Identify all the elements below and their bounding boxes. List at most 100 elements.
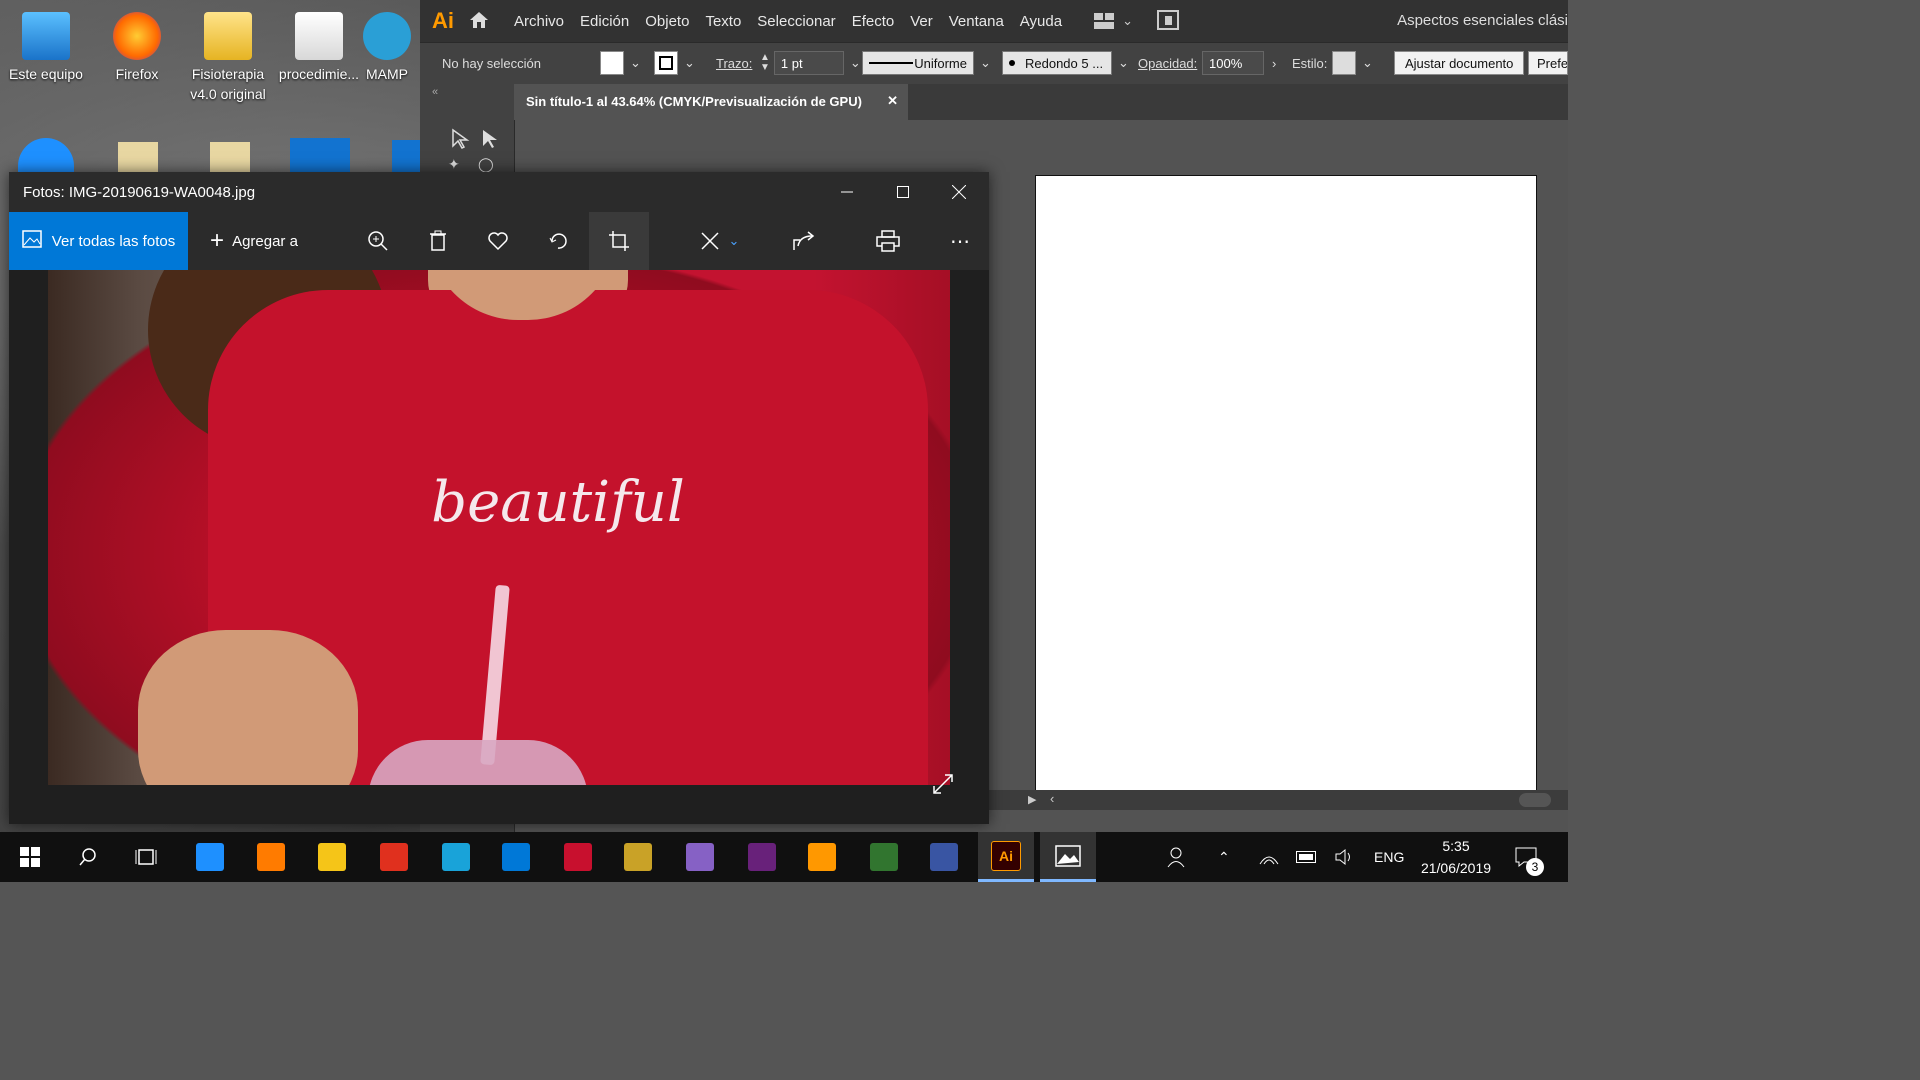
stroke-swatch[interactable]: ⌄ [654,51,695,75]
taskbar-tools-button[interactable] [610,832,666,882]
photos-icon [22,230,42,252]
taskbar-illustrator-button[interactable]: Ai [978,832,1034,882]
visual-studio-2-icon [748,843,776,871]
taskbar-app-red-button[interactable] [366,832,422,882]
more-options-icon[interactable]: ⋯ [935,212,985,270]
gpu-performance-icon[interactable] [1156,9,1179,33]
lasso-tool-icon[interactable]: ◯ [478,156,494,173]
home-icon[interactable] [468,10,490,33]
stroke-weight-stepper[interactable]: ▲ ▼ 1 pt ⌄ [760,51,861,75]
taskbar-mcafee-button[interactable] [550,832,606,882]
file-icon[interactable] [118,142,158,176]
share-icon[interactable] [779,212,829,270]
menu-archivo[interactable]: Archivo [514,13,564,30]
clock[interactable]: 5:35 21/06/2019 [1410,832,1502,882]
selection-tool-icon[interactable] [450,128,470,153]
menu-ventana[interactable]: Ventana [949,13,1004,30]
taskbar-visio-button[interactable] [916,832,972,882]
taskbar-visual-studio-button[interactable] [672,832,728,882]
menu-ayuda[interactable]: Ayuda [1020,13,1062,30]
taskbar-visual-studio-2-button[interactable] [734,832,790,882]
menu-edicion[interactable]: Edición [580,13,629,30]
brush-label: Redondo 5 ... [1025,55,1104,71]
photo-image[interactable]: beautiful [48,270,950,785]
direct-selection-tool-icon[interactable] [480,128,500,153]
opacity-label[interactable]: Opacidad: [1138,51,1197,75]
workspace-switcher[interactable]: Aspectos esenciales clási [1397,12,1568,29]
scroll-thumb[interactable] [1519,793,1551,807]
taskbar-sublime-button[interactable] [794,832,850,882]
taskbar-firefox-button[interactable] [243,832,299,882]
desktop-icon-firefox[interactable]: Firefox [95,6,179,84]
desktop-icon-label: MAMP [366,66,408,82]
zoom-icon[interactable] [353,212,403,270]
fit-document-label: Ajustar documento [1394,51,1525,75]
taskbar-task-view-button[interactable] [118,832,174,882]
preferences-label: Prefe [1528,51,1568,75]
taskbar-start-button[interactable] [2,832,58,882]
people-icon[interactable] [1166,832,1188,882]
arrange-documents-icon[interactable]: ⌄ [1094,13,1133,29]
print-icon[interactable] [863,212,913,270]
app-l-icon [442,843,470,871]
show-hidden-icons-icon[interactable]: ⌃ [1218,832,1230,882]
fullscreen-expand-icon[interactable] [931,772,955,799]
brush-definition[interactable]: Redondo 5 ... ⌄ [1002,51,1129,75]
stroke-weight-field[interactable]: 1 pt [773,51,844,75]
stroke-label[interactable]: Trazo: [716,51,752,75]
menu-efecto[interactable]: Efecto [852,13,895,30]
scroll-right-icon[interactable]: ▶ [1028,793,1036,806]
fit-document-button[interactable]: Ajustar documento [1394,51,1525,75]
taskbar-app-l-button[interactable] [428,832,484,882]
taskbar-file-explorer-button[interactable] [304,832,360,882]
taskbar-search-button[interactable] [60,832,116,882]
wifi-icon[interactable] [1258,832,1280,882]
close-button[interactable] [931,172,987,212]
taskbar-project-button[interactable] [856,832,912,882]
delete-icon[interactable] [413,212,463,270]
taskbar-photos-button[interactable] [1040,832,1096,882]
collapse-panel-icon[interactable]: « [420,84,514,100]
battery-icon[interactable] [1296,832,1318,882]
firefox-icon [113,12,161,60]
favorite-heart-icon[interactable] [473,212,523,270]
photos-window: Fotos: IMG-20190619-WA0048.jpg Ver todas… [9,172,989,824]
add-to-button[interactable]: + Agregar a [199,212,309,270]
variable-width-profile[interactable]: Uniforme ⌄ [862,51,991,75]
menu-seleccionar[interactable]: Seleccionar [757,13,835,30]
menu-objeto[interactable]: Objeto [645,13,689,30]
rotate-icon[interactable] [533,212,583,270]
menu-texto[interactable]: Texto [705,13,741,30]
desktop-icon-procedimientos[interactable]: procedimie... [277,6,361,84]
volume-icon[interactable] [1334,832,1356,882]
scroll-left-icon[interactable]: ‹ [1050,791,1054,806]
document-tab[interactable]: Sin título-1 al 43.64% (CMYK/Previsualiz… [514,84,908,120]
edit-create-icon[interactable]: ⌄ [689,212,749,270]
fill-swatch[interactable]: ⌄ [600,51,641,75]
photos-titlebar: Fotos: IMG-20190619-WA0048.jpg [9,172,989,212]
artboard[interactable] [1035,175,1537,792]
graphic-style-swatch[interactable]: ⌄ [1332,51,1373,75]
taskbar-edge-button[interactable] [182,832,238,882]
opacity-value[interactable]: 100% [1202,51,1264,75]
desktop-icon-mamp[interactable]: MAMP [352,6,422,84]
language-indicator[interactable]: ENG [1374,832,1404,882]
maximize-button[interactable] [875,172,931,212]
magic-wand-tool-icon[interactable]: ✦ [448,156,460,173]
close-tab-icon[interactable]: ✕ [887,93,898,109]
file-icon[interactable] [210,142,250,176]
opacity-field[interactable]: 100% › [1202,51,1276,75]
desktop-icon-fisioterapia[interactable]: Fisioterapia v4.0 original [186,6,270,104]
action-center-icon[interactable]: 3 [1514,832,1544,882]
desktop-icon-este-equipo[interactable]: Este equipo [4,6,88,84]
menu-ver[interactable]: Ver [910,13,933,30]
crop-icon[interactable] [589,212,649,270]
cup-shape [368,740,588,785]
photos-icon [1054,842,1082,870]
view-all-photos-label: Ver todas las fotos [51,232,176,250]
taskbar-store-button[interactable] [488,832,544,882]
edge-icon [196,843,224,871]
minimize-button[interactable] [819,172,875,212]
preferences-button[interactable]: Prefe [1528,51,1568,75]
view-all-photos-button[interactable]: Ver todas las fotos [9,212,188,270]
